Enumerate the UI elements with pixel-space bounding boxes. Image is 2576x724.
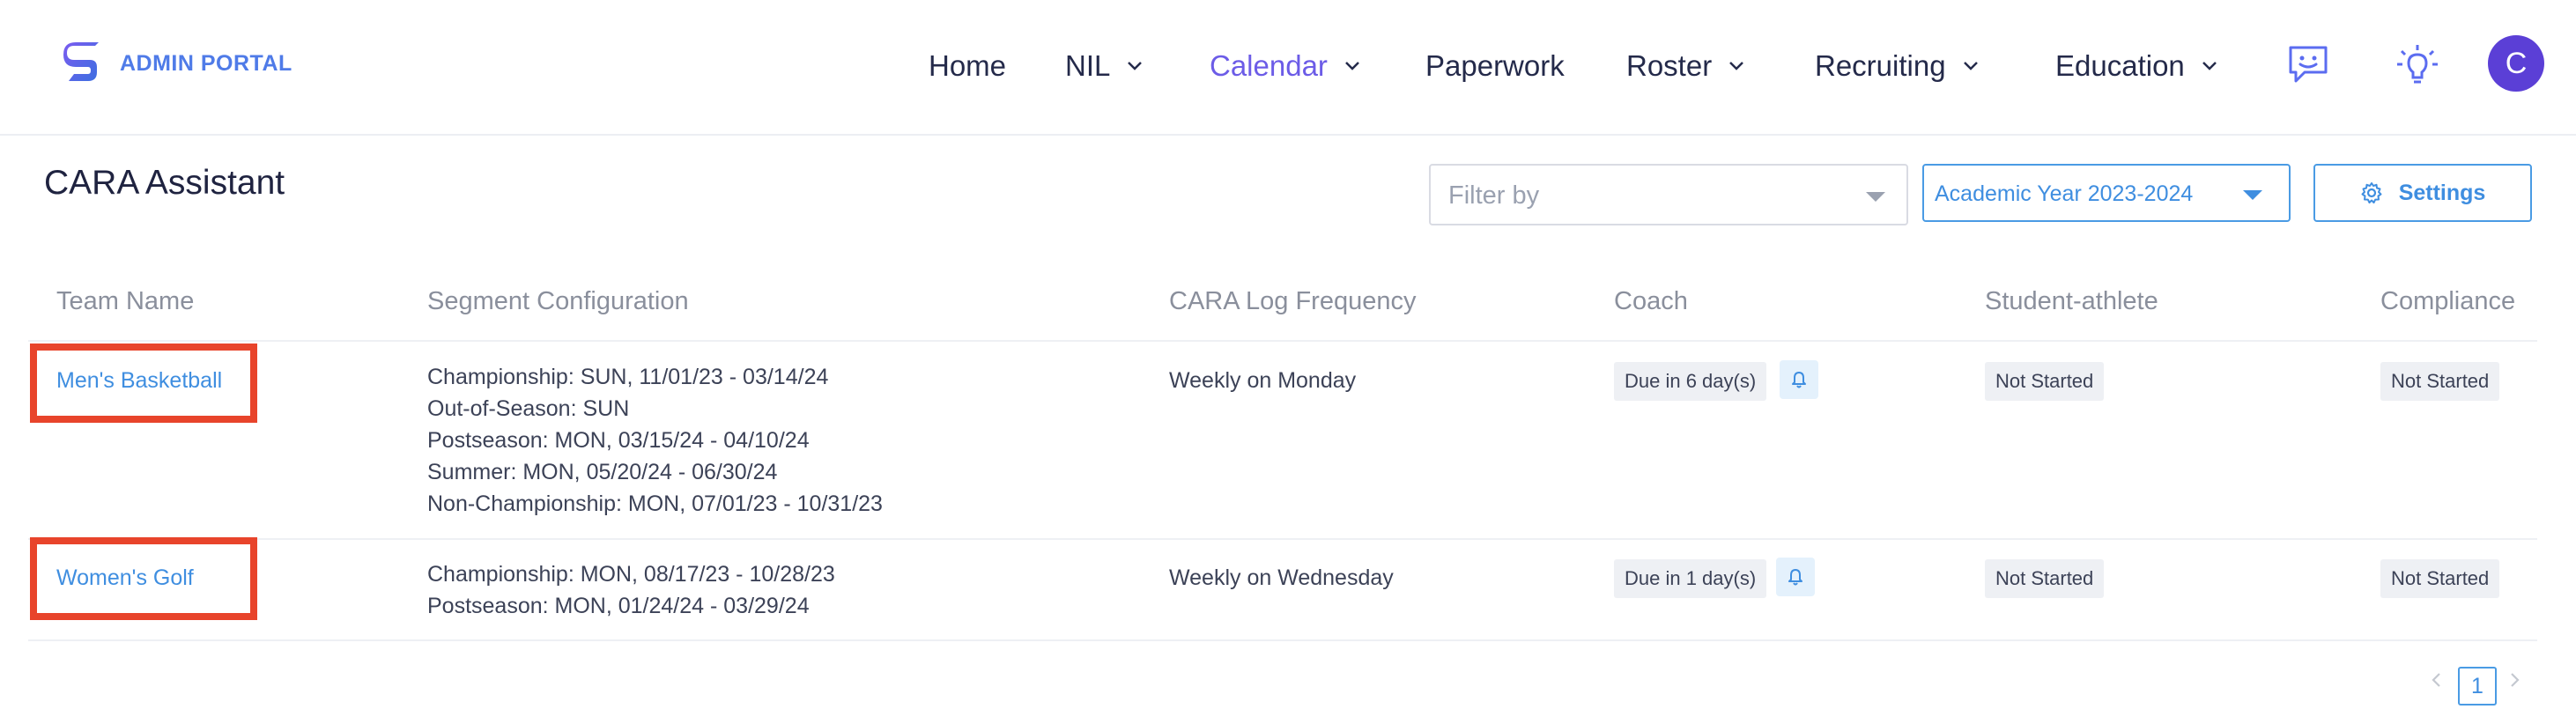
nav-paperwork[interactable]: Paperwork [1425,49,1565,83]
nav-home[interactable]: Home [929,49,1006,83]
chevron-down-icon [1345,62,1359,70]
compliance-status: Not Started [2380,559,2500,598]
notify-coach-button[interactable] [1780,360,1818,399]
nav-label: Education [2055,49,2185,82]
team-link-mens-basketball[interactable]: Men's Basketball [56,368,222,394]
notify-coach-button[interactable] [1776,558,1815,596]
coach-due-badge: Due in 1 day(s) [1614,559,1767,598]
nav-label: Calendar [1210,49,1328,82]
coach-due-badge: Due in 6 day(s) [1614,362,1767,401]
settings-label: Settings [2398,180,2486,205]
nav-label: Roster [1626,49,1713,82]
column-header-student-athlete: Student-athlete [1985,287,2158,315]
segment-line: Out-of-Season: SUN [427,396,630,421]
chevron-right-icon[interactable] [2506,671,2523,689]
bell-icon [1792,372,1806,388]
caret-down-icon [1866,192,1885,202]
column-header-coach: Coach [1614,287,1688,315]
compliance-status: Not Started [2380,362,2500,401]
nav-label: NIL [1065,49,1111,82]
gear-icon [2361,182,2382,203]
segment-line: Championship: MON, 08/17/23 - 10/28/23 [427,562,835,587]
bell-icon [1788,569,1802,586]
lightbulb-icon[interactable] [2395,42,2440,88]
page-number-current[interactable]: 1 [2458,667,2497,706]
column-header-team-name: Team Name [56,287,195,315]
nav-calendar[interactable]: Calendar [1210,49,1361,83]
chevron-down-icon [1963,62,1978,70]
segment-line: Non-Championship: MON, 07/01/23 - 10/31/… [427,491,883,516]
nav-nil[interactable]: NIL [1065,49,1144,83]
row-divider [28,538,2537,540]
brand-name: ADMIN PORTAL [120,50,292,76]
chevron-left-icon[interactable] [2428,671,2446,689]
student-athlete-status: Not Started [1985,559,2105,598]
brand[interactable]: ADMIN PORTAL [63,42,292,85]
row-divider [28,340,2537,342]
column-header-cara-log-frequency: CARA Log Frequency [1169,287,1417,315]
avatar[interactable]: C [2488,35,2544,92]
nav-education[interactable]: Education [2055,49,2218,83]
academic-year-select[interactable]: Academic Year 2023-2024 [1922,164,2291,222]
chat-icon[interactable] [2285,42,2331,88]
log-frequency: Weekly on Wednesday [1169,565,1394,590]
nav-roster[interactable]: Roster [1626,49,1745,83]
caret-down-icon [2243,190,2262,200]
student-athlete-status: Not Started [1985,362,2105,401]
row-divider [28,639,2537,641]
log-frequency: Weekly on Monday [1169,368,1357,393]
segment-line: Postseason: MON, 01/24/24 - 03/29/24 [427,594,810,618]
chevron-down-icon [1729,62,1744,70]
nav-label: Home [929,49,1007,82]
nav-recruiting[interactable]: Recruiting [1815,49,1980,83]
top-navbar: ADMIN PORTAL Home NIL Calendar Paperwork… [0,0,2576,136]
academic-year-value: Academic Year 2023-2024 [1935,181,2194,206]
filter-placeholder: Filter by [1448,181,1540,210]
segment-line: Postseason: MON, 03/15/24 - 04/10/24 [427,428,810,453]
nav-label: Paperwork [1425,49,1565,82]
team-link-womens-golf[interactable]: Women's Golf [56,565,194,591]
segment-line: Championship: SUN, 11/01/23 - 03/14/24 [427,365,829,389]
segment-line: Summer: MON, 05/20/24 - 06/30/24 [427,460,778,484]
nav-label: Recruiting [1815,49,1946,82]
chevron-down-icon [2202,62,2217,70]
page-title: CARA Assistant [44,164,285,202]
column-header-segment-configuration: Segment Configuration [427,287,689,315]
filter-dropdown[interactable]: Filter by [1429,164,1908,225]
settings-button[interactable]: Settings [2313,164,2532,222]
logo-icon [63,42,99,81]
chevron-down-icon [1128,62,1143,70]
column-header-compliance: Compliance [2380,287,2516,315]
